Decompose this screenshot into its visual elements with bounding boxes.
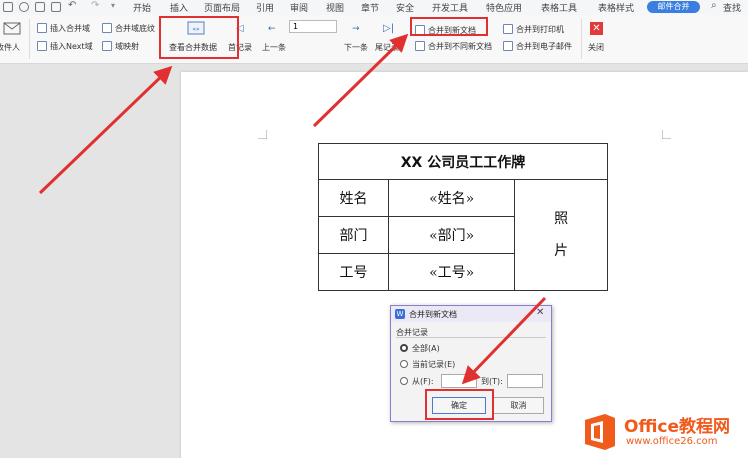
- watermark-url: www.office26.com: [626, 436, 718, 447]
- watermark-brand: Office教程网: [624, 417, 731, 437]
- arrow-to-merge-to-new-doc: [312, 33, 409, 128]
- arrow-to-view-merged-data: [38, 65, 173, 195]
- arrow-to-ok-button: [461, 296, 547, 385]
- office26-watermark: Office教程网 www.office26.com: [581, 409, 748, 458]
- annotation-arrows: [38, 33, 547, 385]
- office-logo-icon: [585, 414, 615, 450]
